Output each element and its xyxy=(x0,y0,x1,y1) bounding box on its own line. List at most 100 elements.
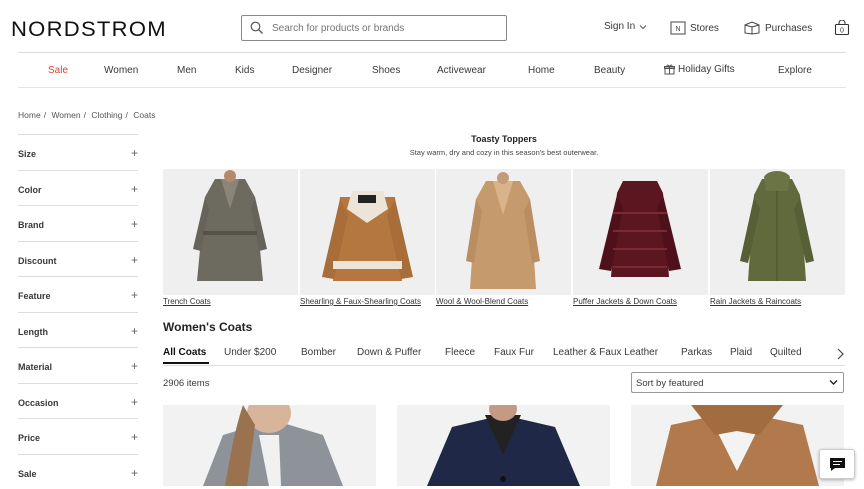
filter-label: Material xyxy=(18,362,52,372)
nav-women[interactable]: Women xyxy=(104,65,138,76)
tab-fleece[interactable]: Fleece xyxy=(445,347,475,358)
nav-sale[interactable]: Sale xyxy=(48,65,68,76)
page-title: Women's Coats xyxy=(163,320,252,334)
tab-plaid[interactable]: Plaid xyxy=(730,347,752,358)
plus-icon: + xyxy=(131,182,138,196)
chat-button[interactable] xyxy=(819,449,855,479)
shopping-bag-icon: 0 xyxy=(834,20,850,36)
trench-coat-image xyxy=(163,169,298,295)
promo-title: Toasty Toppers xyxy=(163,134,845,144)
promo-subtitle: Stay warm, dry and cozy in this season's… xyxy=(163,148,845,157)
breadcrumb-clothing[interactable]: Clothing xyxy=(91,110,122,120)
main-navigation: Sale Women Men Kids Designer Shoes Activ… xyxy=(18,52,846,88)
filter-sale[interactable]: Sale+ xyxy=(18,454,138,489)
chevron-right-icon[interactable] xyxy=(836,348,844,360)
plus-icon: + xyxy=(131,146,138,160)
filter-label: Brand xyxy=(18,220,44,230)
nav-beauty[interactable]: Beauty xyxy=(594,65,625,76)
nav-holiday-gifts[interactable]: Holiday Gifts xyxy=(664,64,735,75)
tile-label[interactable]: Puffer Jackets & Down Coats xyxy=(573,297,708,307)
search-icon xyxy=(250,21,264,35)
breadcrumb-separator: / xyxy=(126,110,128,120)
filter-label: Price xyxy=(18,433,40,443)
filter-material[interactable]: Material + xyxy=(18,347,138,383)
breadcrumb-separator: / xyxy=(44,110,46,120)
store-icon: N xyxy=(670,21,686,35)
tile-label[interactable]: Shearling & Faux-Shearling Coats xyxy=(300,297,435,307)
filter-occasion[interactable]: Occasion+ xyxy=(18,383,138,419)
tile-label[interactable]: Rain Jackets & Raincoats xyxy=(710,297,845,307)
filter-label: Discount xyxy=(18,256,57,266)
nav-home[interactable]: Home xyxy=(528,65,555,76)
plus-icon: + xyxy=(131,430,138,444)
gift-icon xyxy=(664,64,675,75)
filter-label: Occasion xyxy=(18,398,59,408)
shearling-coat-image xyxy=(300,169,435,295)
nordstrom-logo[interactable]: NORDSTROM xyxy=(11,18,167,42)
stores-link[interactable]: N Stores xyxy=(670,21,719,35)
tile-label[interactable]: Trench Coats xyxy=(163,297,298,307)
plus-icon: + xyxy=(131,359,138,373)
nav-shoes[interactable]: Shoes xyxy=(372,65,400,76)
purchases-label: Purchases xyxy=(765,23,812,34)
tile-label[interactable]: Wool & Wool-Blend Coats xyxy=(436,297,571,307)
tab-quilted[interactable]: Quilted xyxy=(770,347,802,358)
rain-jacket-image xyxy=(710,169,845,295)
nav-kids[interactable]: Kids xyxy=(235,65,254,76)
sign-in-label: Sign In xyxy=(604,21,635,32)
filter-length[interactable]: Length+ xyxy=(18,312,138,348)
product-card-image[interactable] xyxy=(631,405,844,486)
breadcrumb-separator: / xyxy=(84,110,86,120)
category-tabs: All Coats Under $200 Bomber Down & Puffe… xyxy=(163,346,845,366)
purchases-link[interactable]: Purchases xyxy=(743,21,812,35)
category-tile-shearling[interactable]: Shearling & Faux-Shearling Coats xyxy=(300,169,435,307)
nav-explore[interactable]: Explore xyxy=(778,65,812,76)
filter-label: Color xyxy=(18,185,42,195)
filter-price[interactable]: Price + xyxy=(18,418,138,454)
nav-designer[interactable]: Designer xyxy=(292,65,332,76)
breadcrumb: Home/ Women/ Clothing/ Coats xyxy=(18,110,158,120)
category-tile-wool[interactable]: Wool & Wool-Blend Coats xyxy=(436,169,571,307)
filter-discount[interactable]: Discount + xyxy=(18,241,138,277)
tab-leather[interactable]: Leather & Faux Leather xyxy=(553,347,658,358)
plus-icon: + xyxy=(131,466,138,480)
tab-down-puffer[interactable]: Down & Puffer xyxy=(357,347,421,358)
item-count: 2906 items xyxy=(163,378,209,389)
search-box[interactable] xyxy=(241,15,507,41)
filter-size[interactable]: Size+ xyxy=(18,134,138,170)
filter-brand[interactable]: Brand + xyxy=(18,205,138,241)
tab-bomber[interactable]: Bomber xyxy=(301,347,336,358)
site-header: NORDSTROM Sign In N Stores Purchases 0 xyxy=(0,0,864,56)
product-card-image[interactable] xyxy=(397,405,610,486)
filter-label: Length xyxy=(18,327,48,337)
chevron-down-icon xyxy=(639,24,647,30)
sign-in-link[interactable]: Sign In xyxy=(604,21,647,32)
nav-men[interactable]: Men xyxy=(177,65,196,76)
category-tile-trench[interactable]: Trench Coats xyxy=(163,169,298,307)
sort-value: Sort by featured xyxy=(636,378,704,389)
plus-icon: + xyxy=(131,253,138,267)
stores-label: Stores xyxy=(690,23,719,34)
tab-parkas[interactable]: Parkas xyxy=(681,347,712,358)
category-tile-rain[interactable]: Rain Jackets & Raincoats xyxy=(710,169,845,307)
breadcrumb-women[interactable]: Women xyxy=(51,110,80,120)
product-card-image[interactable] xyxy=(163,405,376,486)
filter-color[interactable]: Color + xyxy=(18,170,138,206)
category-tile-puffer[interactable]: Puffer Jackets & Down Coats xyxy=(573,169,708,307)
active-tab-underline xyxy=(163,362,209,364)
search-input[interactable] xyxy=(272,20,492,36)
filter-sidebar: Size+ Color+ Brand+ Discount+ Feature+ L… xyxy=(18,134,138,489)
breadcrumb-home[interactable]: Home xyxy=(18,110,41,120)
filter-label: Feature xyxy=(18,291,51,301)
sort-select[interactable]: Sort by featured xyxy=(631,372,844,393)
plus-icon: + xyxy=(131,217,138,231)
tab-all-coats[interactable]: All Coats xyxy=(163,347,206,358)
wool-coat-image xyxy=(436,169,571,295)
tab-under-200[interactable]: Under $200 xyxy=(224,347,276,358)
puffer-jacket-image xyxy=(573,169,708,295)
chat-icon xyxy=(829,457,846,472)
tab-faux-fur[interactable]: Faux Fur xyxy=(494,347,534,358)
shopping-bag-button[interactable]: 0 xyxy=(834,20,850,36)
filter-feature[interactable]: Feature+ xyxy=(18,276,138,312)
nav-activewear[interactable]: Activewear xyxy=(437,65,486,76)
